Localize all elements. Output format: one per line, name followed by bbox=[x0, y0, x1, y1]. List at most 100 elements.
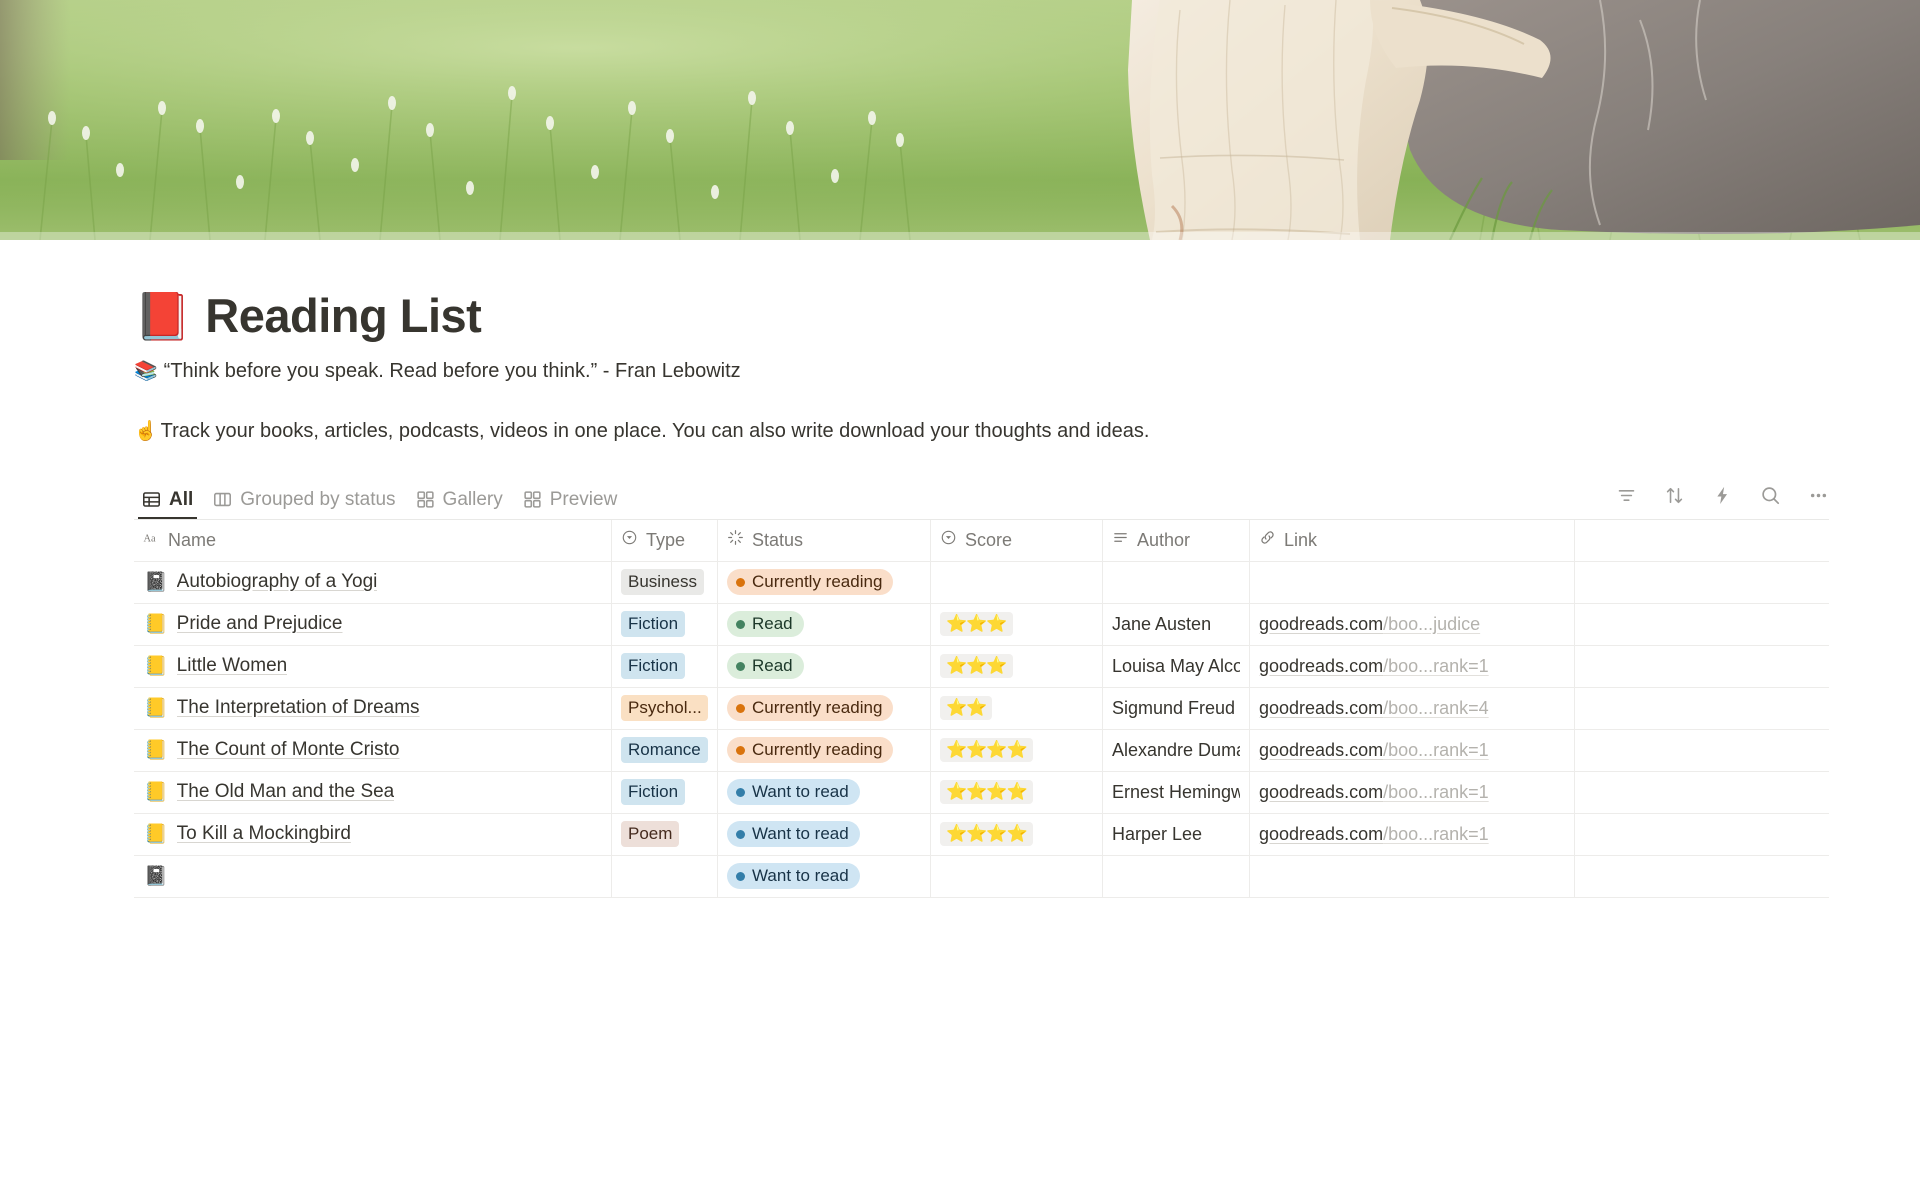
cell-type[interactable] bbox=[612, 855, 718, 897]
link-url[interactable]: goodreads.com/boo...rank=1 bbox=[1259, 656, 1489, 677]
status-label: Want to read bbox=[752, 866, 849, 886]
cell-score[interactable]: ⭐⭐⭐⭐ bbox=[931, 813, 1103, 855]
row-title-link[interactable]: To Kill a Mockingbird bbox=[177, 823, 351, 845]
cell-author[interactable]: Alexandre Dumas bbox=[1103, 729, 1250, 771]
cell-status[interactable]: Currently reading bbox=[718, 561, 931, 603]
column-header-name[interactable]: Aa Name bbox=[134, 519, 612, 561]
cell-author[interactable]: Jane Austen bbox=[1103, 603, 1250, 645]
cell-name[interactable]: 📓 bbox=[134, 855, 612, 897]
cell-score[interactable]: ⭐⭐⭐ bbox=[931, 645, 1103, 687]
author-name: Harper Lee bbox=[1112, 823, 1203, 844]
table-row[interactable]: 📒 The Old Man and the Sea Fiction Want to r… bbox=[134, 771, 1829, 814]
cell-link[interactable]: goodreads.com/boo...rank=1 bbox=[1250, 771, 1575, 813]
type-tag: Fiction bbox=[621, 611, 686, 638]
link-url[interactable]: goodreads.com/boo...judice bbox=[1259, 614, 1480, 635]
link-url[interactable]: goodreads.com/boo...rank=1 bbox=[1259, 782, 1489, 803]
cell-status[interactable]: Want to read bbox=[718, 813, 931, 855]
column-header-status-label: Status bbox=[752, 529, 804, 550]
cell-author[interactable]: Ernest Hemingway bbox=[1103, 771, 1250, 813]
table-row[interactable]: 📓 Want to read bbox=[134, 855, 1829, 898]
table-row[interactable]: 📓 Autobiography of a Yogi Business Currentl… bbox=[134, 561, 1829, 604]
cell-link[interactable]: goodreads.com/boo...rank=1 bbox=[1250, 813, 1575, 855]
cell-author[interactable]: Harper Lee bbox=[1103, 813, 1250, 855]
tab-all[interactable]: All bbox=[134, 477, 201, 520]
cell-name[interactable]: 📓 Autobiography of a Yogi bbox=[134, 561, 612, 603]
cell-name[interactable]: 📒 The Old Man and the Sea bbox=[134, 771, 612, 813]
row-title-link[interactable]: Pride and Prejudice bbox=[177, 613, 343, 635]
cell-type[interactable]: Fiction bbox=[612, 771, 718, 813]
tab-grouped-by-status[interactable]: Grouped by status bbox=[205, 477, 403, 519]
cell-status[interactable]: Want to read bbox=[718, 771, 931, 813]
cell-type[interactable]: Poem bbox=[612, 813, 718, 855]
row-title-link[interactable]: The Count of Monte Cristo bbox=[177, 739, 400, 761]
row-title-link[interactable]: The Old Man and the Sea bbox=[177, 781, 395, 803]
filter-icon[interactable] bbox=[1615, 484, 1637, 506]
table-row[interactable]: 📒 The Count of Monte Cristo Romance Current… bbox=[134, 729, 1829, 772]
cell-name[interactable]: 📒 The Interpretation of Dreams bbox=[134, 687, 612, 729]
cell-author[interactable] bbox=[1103, 855, 1250, 897]
cell-link[interactable] bbox=[1250, 561, 1575, 603]
cell-name[interactable]: 📒 To Kill a Mockingbird bbox=[134, 813, 612, 855]
cell-status[interactable]: Currently reading bbox=[718, 729, 931, 771]
table-row[interactable]: 📒 The Interpretation of Dreams Psychol... C… bbox=[134, 687, 1829, 730]
cell-score[interactable]: ⭐⭐ bbox=[931, 687, 1103, 729]
row-title-link[interactable]: Autobiography of a Yogi bbox=[177, 571, 378, 593]
cell-link[interactable]: goodreads.com/boo...rank=1 bbox=[1250, 729, 1575, 771]
column-header-status[interactable]: Status bbox=[718, 519, 931, 561]
column-header-author[interactable]: Author bbox=[1103, 519, 1250, 561]
type-tag: Poem bbox=[621, 821, 680, 848]
type-tag: Business bbox=[621, 569, 704, 596]
cell-status[interactable]: Currently reading bbox=[718, 687, 931, 729]
link-url[interactable]: goodreads.com/boo...rank=4 bbox=[1259, 698, 1489, 719]
row-title-link[interactable]: Little Women bbox=[177, 655, 288, 677]
tab-preview[interactable]: Preview bbox=[515, 477, 626, 519]
cell-score[interactable] bbox=[931, 561, 1103, 603]
cell-score[interactable]: ⭐⭐⭐⭐ bbox=[931, 771, 1103, 813]
cell-score[interactable] bbox=[931, 855, 1103, 897]
cell-status[interactable]: Read bbox=[718, 603, 931, 645]
cell-type[interactable]: Fiction bbox=[612, 603, 718, 645]
page-title-row: 📕 Reading List bbox=[134, 290, 1810, 342]
column-header-type[interactable]: Type bbox=[612, 519, 718, 561]
cell-type[interactable]: Psychol... bbox=[612, 687, 718, 729]
table-row[interactable]: 📒 Little Women Fiction Read ⭐⭐⭐ Louisa May Al… bbox=[134, 645, 1829, 688]
page-title[interactable]: Reading List bbox=[205, 290, 482, 342]
cell-type[interactable]: Romance bbox=[612, 729, 718, 771]
row-book-icon: 📒 bbox=[144, 738, 168, 761]
link-url[interactable]: goodreads.com/boo...rank=1 bbox=[1259, 824, 1489, 845]
table-row[interactable]: 📒 Pride and Prejudice Fiction Read ⭐⭐⭐ Jane A… bbox=[134, 603, 1829, 646]
cell-score[interactable]: ⭐⭐⭐⭐ bbox=[931, 729, 1103, 771]
cell-spacer bbox=[1575, 646, 1829, 687]
cell-type[interactable]: Business bbox=[612, 561, 718, 603]
link-url[interactable]: goodreads.com/boo...rank=1 bbox=[1259, 740, 1489, 761]
cell-name[interactable]: 📒 Little Women bbox=[134, 645, 612, 687]
cell-spacer bbox=[1575, 772, 1829, 813]
row-book-icon: 📒 bbox=[144, 822, 168, 845]
cell-status[interactable]: Read bbox=[718, 645, 931, 687]
cell-link[interactable]: goodreads.com/boo...judice bbox=[1250, 603, 1575, 645]
cell-status[interactable]: Want to read bbox=[718, 855, 931, 897]
search-icon[interactable] bbox=[1759, 484, 1781, 506]
lightning-icon[interactable] bbox=[1711, 484, 1733, 506]
sort-icon[interactable] bbox=[1663, 484, 1685, 506]
column-header-link[interactable]: Link bbox=[1250, 519, 1575, 561]
cell-score[interactable]: ⭐⭐⭐ bbox=[931, 603, 1103, 645]
status-label: Want to read bbox=[752, 782, 849, 802]
cell-author[interactable] bbox=[1103, 561, 1250, 603]
status-label: Currently reading bbox=[752, 698, 883, 718]
more-icon[interactable] bbox=[1807, 484, 1829, 506]
row-book-icon: 📓 bbox=[144, 570, 168, 593]
link-host: goodreads.com bbox=[1259, 613, 1384, 634]
table-row[interactable]: 📒 To Kill a Mockingbird Poem Want to read ⭐⭐… bbox=[134, 813, 1829, 856]
cell-author[interactable]: Louisa May Alcott bbox=[1103, 645, 1250, 687]
cell-link[interactable] bbox=[1250, 855, 1575, 897]
column-header-score[interactable]: Score bbox=[931, 519, 1103, 561]
cell-name[interactable]: 📒 The Count of Monte Cristo bbox=[134, 729, 612, 771]
cell-name[interactable]: 📒 Pride and Prejudice bbox=[134, 603, 612, 645]
cell-type[interactable]: Fiction bbox=[612, 645, 718, 687]
tab-gallery[interactable]: Gallery bbox=[408, 477, 511, 519]
cell-link[interactable]: goodreads.com/boo...rank=4 bbox=[1250, 687, 1575, 729]
cell-link[interactable]: goodreads.com/boo...rank=1 bbox=[1250, 645, 1575, 687]
row-title-link[interactable]: The Interpretation of Dreams bbox=[177, 697, 420, 719]
cell-author[interactable]: Sigmund Freud bbox=[1103, 687, 1250, 729]
